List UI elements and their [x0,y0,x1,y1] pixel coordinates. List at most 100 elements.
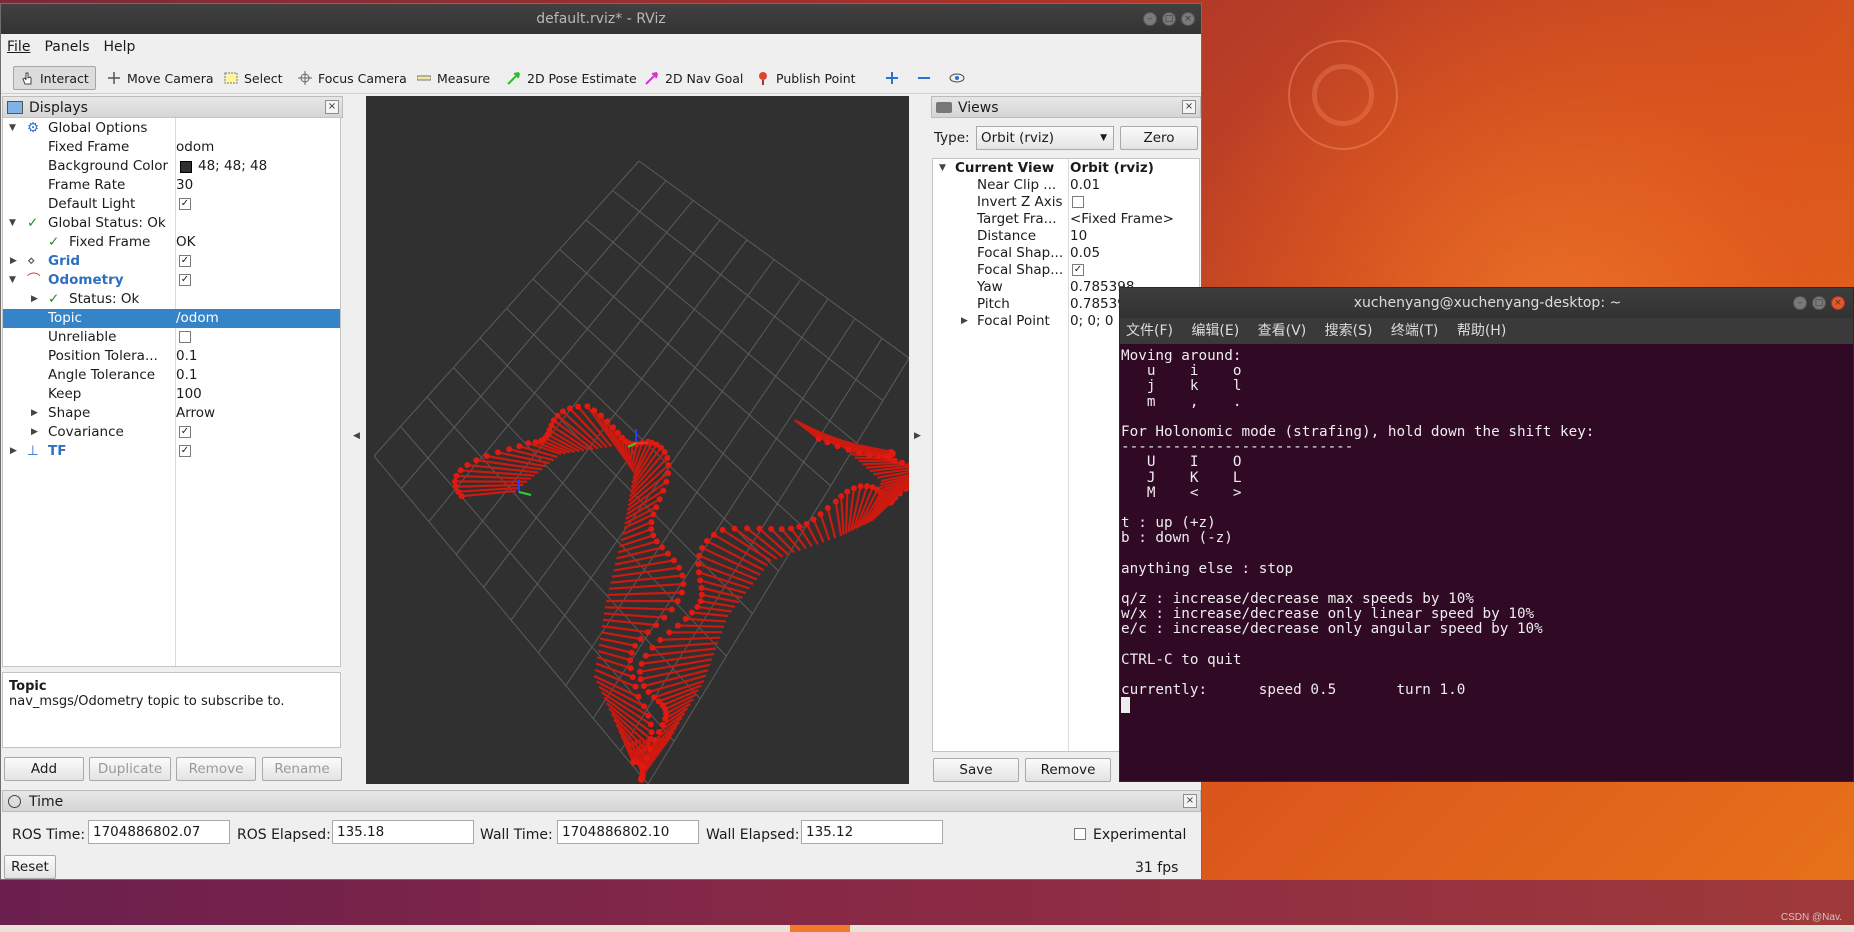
near-clip-value[interactable]: 0.01 [1070,177,1100,194]
remove-view-button[interactable]: Remove [1025,758,1111,782]
add-display-button[interactable]: Add [4,757,84,781]
expand-arrow-icon[interactable]: ▶ [31,404,38,423]
tree-row-keep[interactable]: Keep 100 [3,385,340,404]
wall-time-field[interactable]: 1704886802.10 [557,820,699,844]
terminal-menu-help[interactable]: 帮助(H) [1457,323,1506,339]
tree-row-frame-rate[interactable]: Frame Rate 30 [3,176,340,195]
render-viewport[interactable] [366,96,909,784]
menu-file[interactable]: File [7,39,30,55]
move-camera-button[interactable]: Move Camera [101,66,220,90]
tree-row-position-tolerance[interactable]: Position Tolera... 0.1 [3,347,340,366]
expand-arrow-icon[interactable]: ▶ [10,442,17,461]
target-frame-value[interactable]: <Fixed Frame> [1070,211,1174,228]
tree-row-tf[interactable]: ▶ ⊥ TF ✓ [3,442,340,461]
interact-tool-button[interactable]: Interact [13,66,96,90]
terminal-menu-terminal[interactable]: 终端(T) [1391,323,1438,339]
remove-tool-button[interactable] [911,66,937,90]
invert-z-checkbox[interactable] [1072,196,1084,208]
expand-arrow-icon[interactable]: ▼ [9,214,16,233]
terminal-menu-view[interactable]: 查看(V) [1258,323,1307,339]
tree-row-fixed-frame-status[interactable]: ✓ Fixed Frame OK [3,233,340,252]
right-splitter[interactable]: ▶ [909,96,927,784]
keep-value[interactable]: 100 [176,385,202,404]
expand-arrow-icon[interactable]: ▶ [961,313,968,330]
remove-display-button[interactable]: Remove [176,757,256,781]
minimize-icon[interactable]: – [1793,296,1807,310]
pitch-value[interactable]: 0.78539 [1070,296,1126,313]
tree-row-global-options[interactable]: ▼ ⚙ Global Options [3,119,340,138]
terminal-window[interactable]: xuchenyang@xuchenyang-desktop: ~ – □ × 文… [1119,287,1854,782]
view-row-focal-shape-fixed[interactable]: Focal Shap... ✓ [933,262,1203,279]
terminal-menu-edit[interactable]: 编辑(E) [1191,323,1239,339]
angle-tolerance-value[interactable]: 0.1 [176,366,197,385]
expand-arrow-icon[interactable]: ▶ [31,290,38,309]
view-row-focal-shape-size[interactable]: Focal Shap... 0.05 [933,245,1203,262]
tool-properties-button[interactable] [943,66,969,90]
tree-row-covariance[interactable]: ▶ Covariance ✓ [3,423,340,442]
rviz-title-bar[interactable]: default.rviz* - RViz – □ × [1,4,1201,34]
tree-row-odometry[interactable]: ▼ ⌒ Odometry ✓ [3,271,340,290]
color-swatch[interactable] [180,161,192,173]
expand-arrow-icon[interactable]: ▼ [9,119,16,138]
reset-button[interactable]: Reset [4,855,56,879]
frame-rate-value[interactable]: 30 [176,176,193,195]
focal-shape-size-value[interactable]: 0.05 [1070,245,1100,262]
tree-row-grid[interactable]: ▶ ⋄ Grid ✓ [3,252,340,271]
views-close-button[interactable]: × [1182,100,1196,114]
collapse-left-icon[interactable]: ◀ [353,431,360,441]
displays-close-button[interactable]: × [325,100,339,114]
view-type-dropdown[interactable]: Orbit (rviz) ▼ [976,126,1114,150]
tree-row-global-status[interactable]: ▼ ✓ Global Status: Ok [3,214,340,233]
focal-point-value[interactable]: 0; 0; 0 [1070,313,1113,330]
expand-arrow-icon[interactable]: ▶ [10,252,17,271]
tree-row-topic[interactable]: Topic /odom [3,309,340,328]
menu-help[interactable]: Help [104,39,136,55]
unreliable-checkbox[interactable] [179,331,191,343]
tree-row-fixed-frame[interactable]: Fixed Frame odom [3,138,340,157]
tf-checkbox[interactable]: ✓ [179,445,191,457]
tree-row-status-ok[interactable]: ▶ ✓ Status: Ok [3,290,340,309]
ros-time-field[interactable]: 1704886802.07 [88,820,230,844]
odometry-checkbox[interactable]: ✓ [179,274,191,286]
experimental-checkbox[interactable] [1074,828,1086,840]
ros-elapsed-field[interactable]: 135.18 [332,820,474,844]
duplicate-display-button[interactable]: Duplicate [89,757,171,781]
terminal-output[interactable]: Moving around: u i o j k l m , . For Hol… [1121,346,1853,781]
save-view-button[interactable]: Save [933,758,1019,782]
menu-panels[interactable]: Panels [44,39,89,55]
view-row-current-view[interactable]: ▼ Current View Orbit (rviz) [933,160,1203,177]
measure-tool-button[interactable]: Measure [411,66,496,90]
select-tool-button[interactable]: Select [218,66,289,90]
expand-arrow-icon[interactable]: ▼ [939,160,946,177]
focal-shape-fixed-checkbox[interactable]: ✓ [1072,264,1084,276]
expand-arrow-icon[interactable]: ▶ [31,423,38,442]
view-row-near-clip[interactable]: Near Clip ... 0.01 [933,177,1203,194]
distance-value[interactable]: 10 [1070,228,1087,245]
tree-row-default-light[interactable]: Default Light ✓ [3,195,340,214]
zero-view-button[interactable]: Zero [1120,126,1198,150]
add-tool-button[interactable] [879,66,905,90]
fixed-frame-value[interactable]: odom [176,138,214,157]
maximize-icon[interactable]: □ [1812,296,1826,310]
left-splitter[interactable]: ◀ [348,96,366,784]
minimize-icon[interactable]: – [1143,12,1157,26]
topic-value[interactable]: /odom [176,309,219,328]
maximize-icon[interactable]: □ [1162,12,1176,26]
shape-value[interactable]: Arrow [176,404,215,423]
view-row-target-frame[interactable]: Target Fra... <Fixed Frame> [933,211,1203,228]
background-color-value[interactable]: 48; 48; 48 [198,157,267,176]
close-icon[interactable]: × [1181,12,1195,26]
wall-elapsed-field[interactable]: 135.12 [801,820,943,844]
expand-arrow-icon[interactable]: ▼ [9,271,16,290]
nav-goal-button[interactable]: 2D Nav Goal [639,66,749,90]
default-light-checkbox[interactable]: ✓ [179,198,191,210]
time-close-button[interactable]: × [1183,794,1197,808]
view-row-invert-z[interactable]: Invert Z Axis [933,194,1203,211]
position-tolerance-value[interactable]: 0.1 [176,347,197,366]
focus-camera-button[interactable]: Focus Camera [292,66,413,90]
grid-checkbox[interactable]: ✓ [179,255,191,267]
publish-point-button[interactable]: Publish Point [750,66,862,90]
tree-row-shape[interactable]: ▶ Shape Arrow [3,404,340,423]
tree-row-unreliable[interactable]: Unreliable [3,328,340,347]
terminal-menu-search[interactable]: 搜索(S) [1325,323,1373,339]
